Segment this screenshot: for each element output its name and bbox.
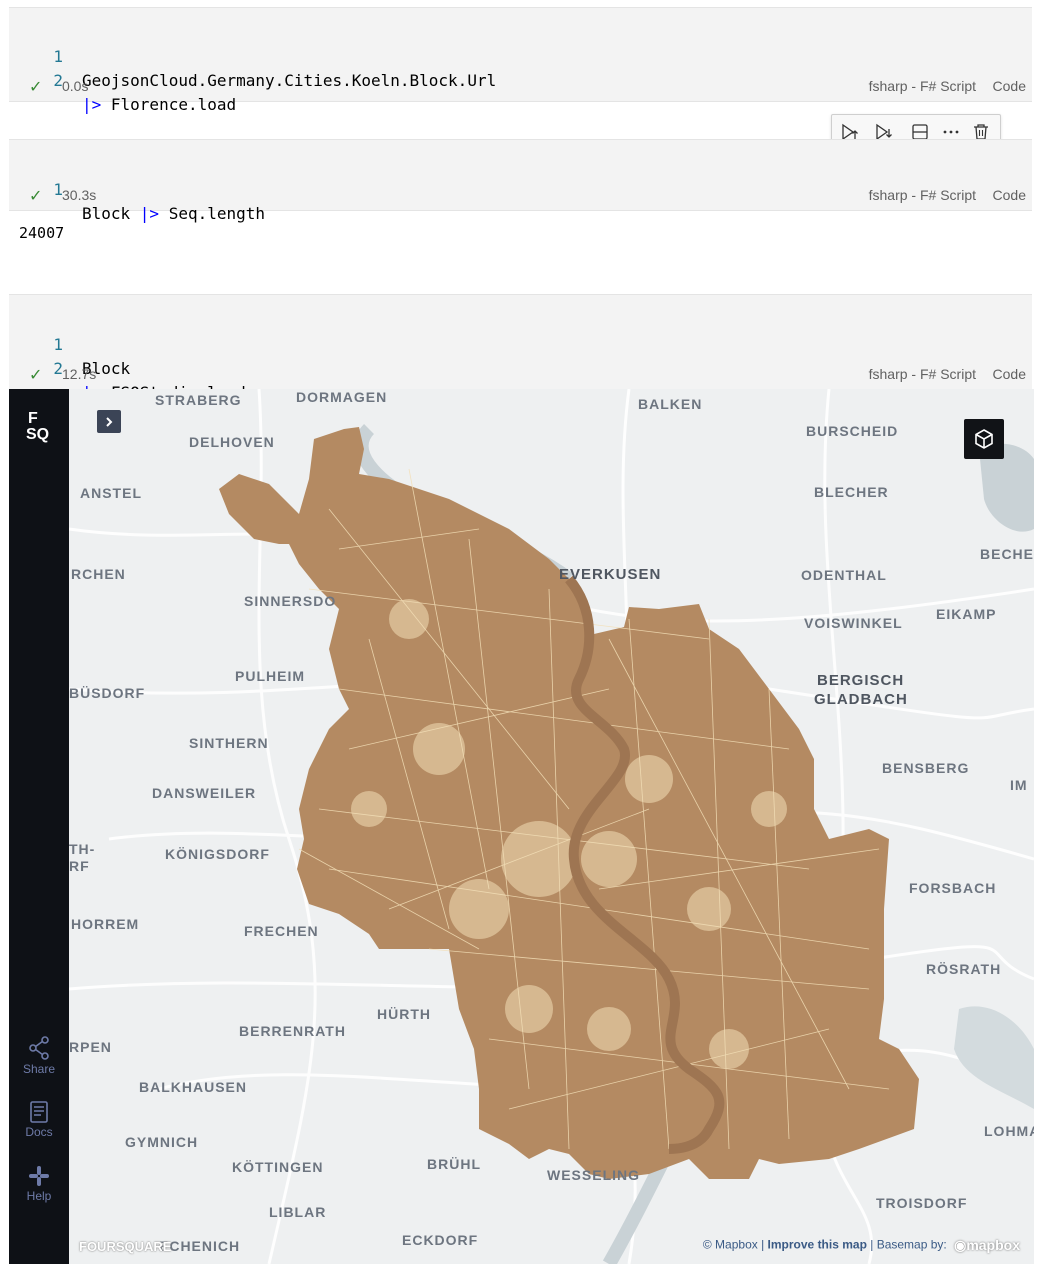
place-label: BERRENRATH [239, 1023, 346, 1039]
place-label: ODENTHAL [801, 567, 887, 583]
place-label: HORREM [71, 916, 140, 932]
place-label: ECKDORF [402, 1232, 479, 1248]
code-line: 1 Block [9, 309, 130, 378]
place-label: RPEN [69, 1039, 112, 1055]
expand-panel-button[interactable] [97, 410, 121, 433]
basemap[interactable] [9, 389, 1034, 1264]
place-label: LIBLAR [269, 1204, 327, 1220]
place-label: RÖSRATH [926, 961, 1002, 977]
code-line: 1 GeojsonCloud.Germany.Cities.Koeln.Bloc… [9, 21, 496, 90]
place-label: DANSWEILER [152, 785, 257, 801]
execution-time: 0.0s [62, 78, 89, 94]
code-line: 2 |> FSQStudio.load [9, 333, 245, 402]
code-cell-1[interactable]: 1 GeojsonCloud.Germany.Cities.Koeln.Bloc… [9, 7, 1032, 114]
cell-language[interactable]: fsharp - F# Script [869, 78, 976, 94]
chevron-right-icon [106, 416, 113, 427]
docs-icon [30, 1101, 48, 1123]
place-label: BECHE [980, 546, 1034, 562]
improve-map-link[interactable]: Improve this map [768, 1238, 867, 1252]
place-label: IM [1010, 777, 1028, 793]
success-check-icon: ✓ [29, 367, 43, 384]
place-label: GYMNICH [125, 1134, 199, 1150]
place-label: BALKEN [638, 396, 703, 412]
help-button[interactable]: Help [9, 1165, 69, 1203]
foursquare-watermark: FOURSQUARE [79, 1239, 172, 1254]
place-label: SINNERSDO [244, 593, 337, 609]
success-check-icon: ✓ [29, 79, 43, 96]
cell-status-bar: ✓ 30.3s fsharp - F# Script Code [9, 186, 1032, 206]
code-cell-3[interactable]: 1 Block 2 |> FSQStudio.load ✓ 12.7s fsha… [9, 294, 1032, 402]
place-label: TROISDORF [876, 1195, 968, 1211]
code-text: Seq.length [159, 204, 266, 223]
place-label: RF [69, 858, 90, 874]
line-number: 1 [53, 335, 63, 354]
help-icon [29, 1166, 49, 1186]
place-label: PULHEIM [235, 668, 305, 684]
code-line: 2 |> Florence.load [9, 45, 236, 114]
city-blocks-layer [219, 427, 919, 1179]
map-attribution: © Mapbox | Improve this map | Basemap by… [702, 1237, 1020, 1254]
place-label: TH- [69, 841, 96, 857]
place-label: GLADBACH [814, 691, 908, 708]
code-text: Florence.load [101, 95, 237, 114]
code-text: Block [82, 204, 140, 223]
place-label: KÖTTINGEN [232, 1159, 324, 1175]
place-label: FRECHEN [244, 923, 319, 939]
mapbox-copyright-link[interactable]: © Mapbox [703, 1238, 758, 1252]
place-label: BALKHAUSEN [139, 1079, 247, 1095]
place-label: RCHEN [71, 566, 126, 582]
place-label: KÖNIGSDORF [165, 846, 270, 862]
place-label: LOHMA [984, 1123, 1034, 1139]
execution-time: 12.7s [62, 366, 97, 382]
place-label: BURSCHEID [806, 423, 899, 439]
docs-button[interactable]: Docs [9, 1101, 69, 1139]
cell-kind[interactable]: Code [993, 366, 1026, 382]
success-check-icon: ✓ [29, 188, 43, 205]
cell-status-bar: ✓ 12.7s fsharp - F# Script Code [9, 365, 1032, 385]
place-label: BLECHER [814, 484, 889, 500]
cell-kind[interactable]: Code [993, 187, 1026, 203]
place-label: HÜRTH [377, 1006, 431, 1022]
place-label: WESSELING [547, 1167, 641, 1183]
logo-line: SQ [26, 426, 50, 443]
cell-language[interactable]: fsharp - F# Script [869, 187, 976, 203]
help-label: Help [26, 1189, 52, 1203]
place-label: EVERKUSEN [559, 566, 662, 583]
share-label: Share [22, 1062, 56, 1076]
place-label: FORSBACH [909, 880, 997, 896]
line-number: 1 [53, 47, 63, 66]
code-line: 1 Block |> Seq.length [9, 154, 265, 223]
share-icon [29, 1036, 49, 1060]
place-label: BÜSDORF [69, 685, 146, 701]
place-label: BENSBERG [882, 760, 970, 776]
cell-output: 24007 [19, 224, 65, 242]
pipe-operator: |> [82, 95, 102, 114]
3d-view-button[interactable] [964, 419, 1004, 459]
cube-icon [975, 429, 993, 449]
docs-label: Docs [25, 1125, 53, 1139]
place-label: BERGISCH [817, 672, 905, 689]
place-label: DORMAGEN [296, 389, 388, 405]
basemap-label: Basemap by: [876, 1237, 947, 1252]
cell-status-bar: ✓ 0.0s fsharp - F# Script Code [9, 77, 1032, 97]
place-label: SINTHERN [189, 735, 269, 751]
place-label: STRABERG [155, 392, 242, 408]
mapbox-logo[interactable]: ◉mapbox [954, 1237, 1020, 1254]
execution-time: 30.3s [62, 187, 97, 203]
cell-language[interactable]: fsharp - F# Script [869, 366, 976, 382]
place-label: DELHOVEN [189, 434, 275, 450]
share-button[interactable]: Share [9, 1036, 69, 1076]
pipe-operator: |> [139, 204, 160, 223]
map-view[interactable]: STRABERG DORMAGEN BALKEN BURSCHEID DELHO… [9, 389, 1034, 1264]
fsq-sidebar: F SQ Share Docs Help [9, 389, 69, 1264]
place-label: VOISWINKEL [804, 615, 903, 631]
place-label: BRÜHL [427, 1156, 481, 1172]
mapbox-logo-text: mapbox [966, 1237, 1020, 1253]
logo-line: F [28, 410, 38, 427]
cell-kind[interactable]: Code [993, 78, 1026, 94]
place-label: ANSTEL [80, 485, 142, 501]
code-cell-2[interactable]: 1 Block |> Seq.length ✓ 30.3s fsharp - F… [9, 139, 1032, 223]
fsq-logo: F SQ [26, 411, 49, 443]
place-label: EIKAMP [936, 606, 997, 622]
